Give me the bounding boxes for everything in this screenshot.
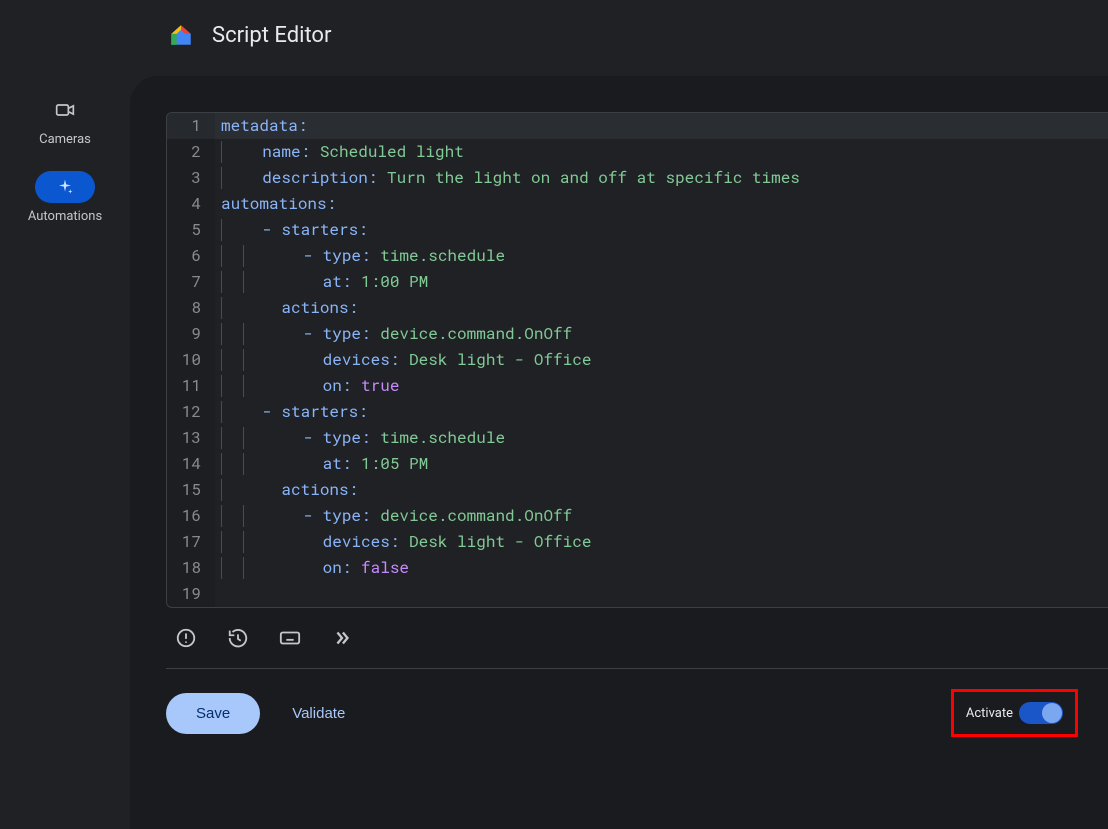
line-content: - type: time.schedule [215,425,505,451]
code-editor[interactable]: 1metadata:2 name: Scheduled light3 descr… [166,112,1108,608]
line-content: on: true [215,373,399,399]
code-line[interactable]: 15 actions: [167,477,1108,503]
code-line[interactable]: 18 on: false [167,555,1108,581]
line-content: at: 1:00 PM [215,269,428,295]
sidebar-item-label: Automations [28,209,102,224]
code-line[interactable]: 11 on: true [167,373,1108,399]
line-content: devices: Desk light - Office [215,347,591,373]
content-pane: 1metadata:2 name: Scheduled light3 descr… [130,76,1108,829]
footer-bar: Save Validate Activate [166,669,1108,745]
code-line[interactable]: 8 actions: [167,295,1108,321]
code-line[interactable]: 1metadata: [167,113,1108,139]
google-home-logo-icon [168,22,194,48]
line-number: 11 [167,373,215,399]
line-content: metadata: [215,113,307,139]
keyboard-icon[interactable] [278,626,302,650]
code-line[interactable]: 19 [167,581,1108,607]
line-content: actions: [215,477,358,503]
code-line[interactable]: 3 description: Turn the light on and off… [167,165,1108,191]
editor-toolbar [166,608,1108,669]
code-line[interactable]: 2 name: Scheduled light [167,139,1108,165]
line-number: 18 [167,555,215,581]
sidebar: Cameras Automations [0,70,130,829]
line-number: 13 [167,425,215,451]
code-line[interactable]: 13 - type: time.schedule [167,425,1108,451]
sidebar-item-label: Cameras [39,132,91,147]
line-content: - type: device.command.OnOff [215,321,572,347]
line-content: automations: [215,191,336,217]
line-number: 15 [167,477,215,503]
problems-icon[interactable] [174,626,198,650]
line-number: 3 [167,165,215,191]
line-content: actions: [215,295,358,321]
line-number: 9 [167,321,215,347]
code-line[interactable]: 5 - starters: [167,217,1108,243]
header: Script Editor [0,0,1108,70]
line-number: 7 [167,269,215,295]
line-content: description: Turn the light on and off a… [215,165,800,191]
line-number: 5 [167,217,215,243]
code-line[interactable]: 14 at: 1:05 PM [167,451,1108,477]
code-line[interactable]: 10 devices: Desk light - Office [167,347,1108,373]
line-content: - type: device.command.OnOff [215,503,572,529]
line-content: devices: Desk light - Office [215,529,591,555]
line-content: on: false [215,555,409,581]
line-number: 10 [167,347,215,373]
code-line[interactable]: 9 - type: device.command.OnOff [167,321,1108,347]
save-button[interactable]: Save [166,693,260,734]
code-line[interactable]: 4automations: [167,191,1108,217]
line-content: - type: time.schedule [215,243,505,269]
line-content: - starters: [215,399,368,425]
line-number: 2 [167,139,215,165]
line-number: 12 [167,399,215,425]
activate-label: Activate [966,706,1013,721]
line-content: at: 1:05 PM [215,451,428,477]
line-content [215,581,221,607]
line-content: - starters: [215,217,368,243]
page-title: Script Editor [212,23,331,48]
line-number: 6 [167,243,215,269]
history-icon[interactable] [226,626,250,650]
sparkle-icon [56,178,74,196]
activate-toggle[interactable] [1019,702,1063,724]
line-number: 8 [167,295,215,321]
sidebar-item-automations[interactable]: Automations [28,171,102,224]
line-number: 19 [167,581,215,607]
line-content: name: Scheduled light [215,139,464,165]
sidebar-item-cameras[interactable]: Cameras [35,94,95,147]
code-line[interactable]: 12 - starters: [167,399,1108,425]
validate-button[interactable]: Validate [284,695,353,732]
line-number: 1 [167,113,215,139]
line-number: 4 [167,191,215,217]
line-number: 17 [167,529,215,555]
code-line[interactable]: 6 - type: time.schedule [167,243,1108,269]
activate-highlight: Activate [951,689,1078,737]
line-number: 14 [167,451,215,477]
camera-icon [55,100,75,120]
more-icon[interactable] [330,626,354,650]
line-number: 16 [167,503,215,529]
code-line[interactable]: 7 at: 1:00 PM [167,269,1108,295]
code-line[interactable]: 16 - type: device.command.OnOff [167,503,1108,529]
code-line[interactable]: 17 devices: Desk light - Office [167,529,1108,555]
